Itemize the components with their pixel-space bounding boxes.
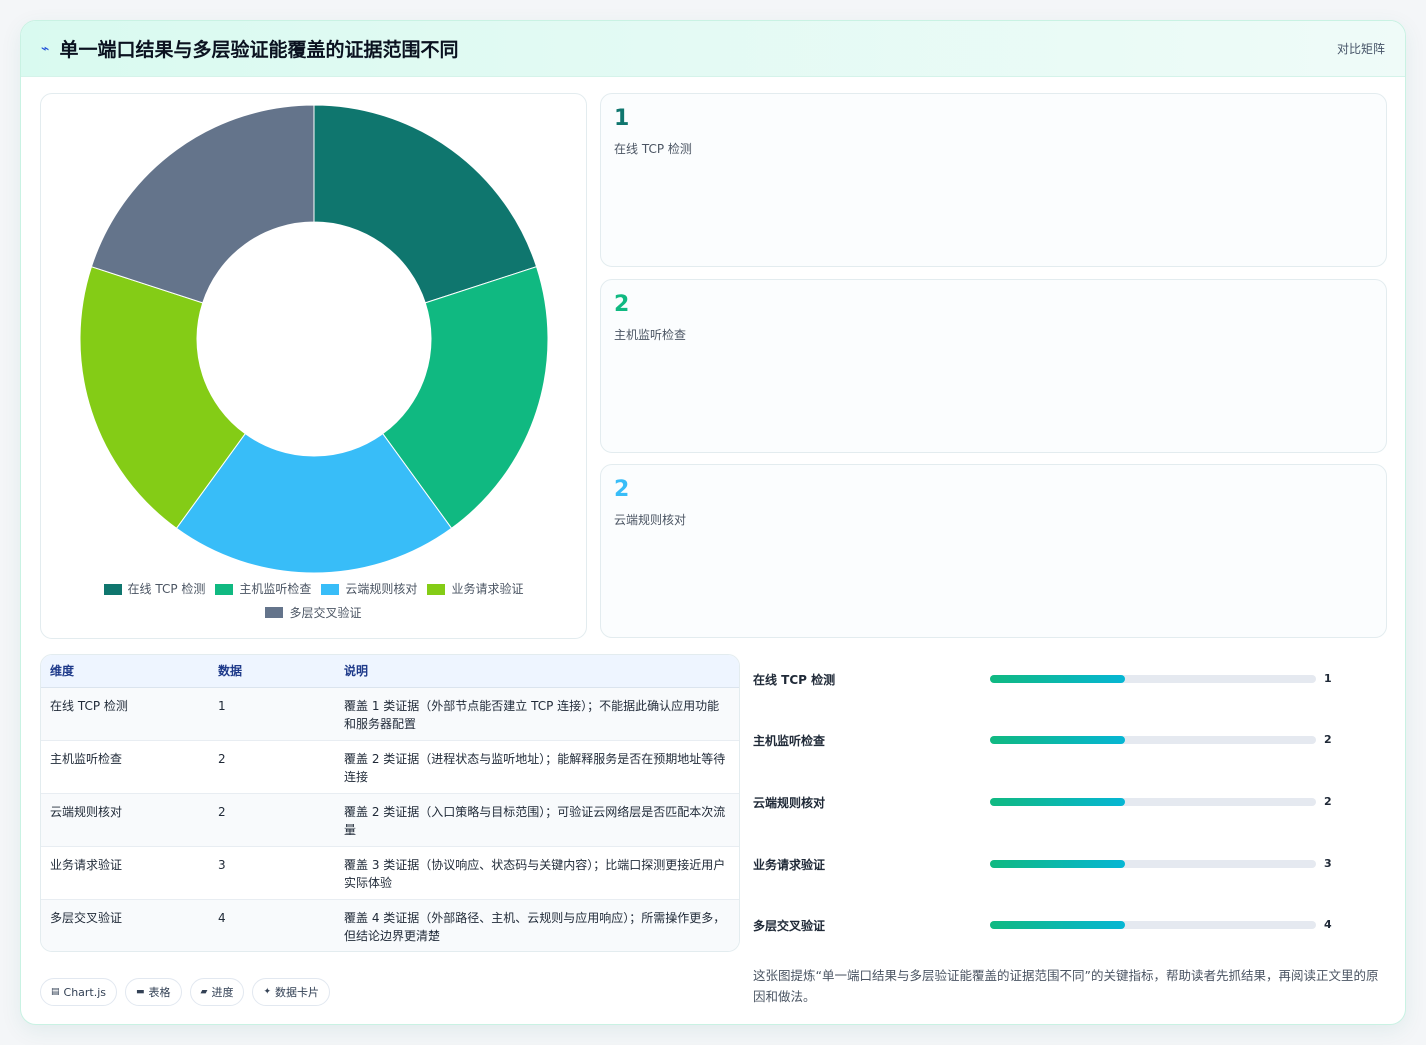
legend-swatch xyxy=(265,607,284,618)
progress-value: 4 xyxy=(1324,918,1332,931)
table-row: 云端规则核对 2 覆盖 2 类证据（入口策略与目标范围）；可验证云网络层是否匹配… xyxy=(41,793,739,847)
chart-caption: 这张图提炼“单一端口结果与多层验证能覆盖的证据范围不同”的关键指标，帮助读者先抓… xyxy=(753,968,1379,1004)
progress-track xyxy=(990,736,1316,744)
table-cell-value: 1 xyxy=(209,687,335,741)
table-cell-description: 覆盖 2 类证据（进程状态与监听地址）；能解释服务是否在预期地址等待连接 xyxy=(335,740,739,794)
chip-data-card[interactable]: ✦ 数据卡片 xyxy=(252,978,331,1006)
table-cell-value: 2 xyxy=(209,793,335,847)
progress-fill xyxy=(990,736,1126,744)
legend-item[interactable]: 多层交叉验证 xyxy=(265,602,362,624)
legend-swatch xyxy=(321,583,340,595)
table-row: 业务请求验证 3 覆盖 3 类证据（协议响应、状态码与关键内容）；比端口探测更接… xyxy=(41,846,739,900)
stat-card: 1 在线 TCP 检测 xyxy=(600,93,1387,267)
legend-swatch xyxy=(427,583,446,595)
progress-icon: ▰ xyxy=(200,987,208,997)
report-card: ⌁ 单一端口结果与多层验证能覆盖的证据范围不同 对比矩阵 在线 TCP 检测 主机… xyxy=(20,20,1406,1025)
legend-label: 主机监听检查 xyxy=(239,582,312,596)
chip-progress[interactable]: ▰ 进度 xyxy=(189,978,245,1006)
column-header: 维度 xyxy=(41,655,209,688)
legend-label: 在线 TCP 检测 xyxy=(127,582,206,596)
table-cell-dimension: 多层交叉验证 xyxy=(41,899,209,951)
progress-fill xyxy=(990,675,1126,683)
chip-label: Chart.js xyxy=(63,985,107,999)
donut-chart xyxy=(79,104,549,574)
data-table: 维度 数据 说明 在线 TCP 检测 1 覆盖 1 类证据（外部节点能否建立 T… xyxy=(41,655,739,951)
progress-track xyxy=(990,675,1316,683)
table-cell-description: 覆盖 3 类证据（协议响应、状态码与关键内容）；比端口探测更接近用户实际体验 xyxy=(335,846,739,900)
progress-track xyxy=(990,921,1316,929)
legend-item[interactable]: 在线 TCP 检测 xyxy=(103,578,206,600)
legend-label: 云端规则核对 xyxy=(345,582,418,596)
progress-fill xyxy=(990,798,1126,806)
legend-swatch xyxy=(103,583,122,595)
chip-table[interactable]: ▬ 表格 xyxy=(125,978,182,1006)
donut-slice[interactable] xyxy=(90,104,315,304)
progress-label: 在线 TCP 检测 xyxy=(753,673,836,687)
legend-item[interactable]: 主机监听检查 xyxy=(215,578,311,600)
page-title: 单一端口结果与多层验证能覆盖的证据范围不同 xyxy=(59,39,459,61)
table-cell-dimension: 主机监听检查 xyxy=(41,740,209,794)
chip-label: 表格 xyxy=(148,986,171,999)
progress-label: 多层交叉验证 xyxy=(753,919,826,933)
stat-label: 主机监听检查 xyxy=(614,328,687,342)
progress-label: 主机监听检查 xyxy=(753,734,826,748)
table-cell-value: 3 xyxy=(209,846,335,900)
table-header-row: 维度 数据 说明 xyxy=(41,655,739,688)
chart-icon: ▤ xyxy=(51,987,60,997)
progress-label: 业务请求验证 xyxy=(753,858,826,872)
column-header: 说明 xyxy=(335,655,739,688)
table-cell-dimension: 在线 TCP 检测 xyxy=(41,687,209,741)
chip-label: 进度 xyxy=(211,986,234,999)
progress-value: 2 xyxy=(1324,733,1332,746)
stat-label: 在线 TCP 检测 xyxy=(614,142,692,156)
tag-chips: ▤ Chart.js ▬ 表格 ▰ 进度 ✦ 数据卡片 xyxy=(40,978,331,1006)
progress-fill xyxy=(990,921,1126,929)
sparkle-icon: ✦ xyxy=(263,987,272,997)
chip-label: 数据卡片 xyxy=(275,986,320,999)
progress-row: 主机监听检查 2 xyxy=(753,730,1393,750)
progress-value: 2 xyxy=(1324,795,1332,808)
progress-label: 云端规则核对 xyxy=(753,796,826,810)
table-row: 在线 TCP 检测 1 覆盖 1 类证据（外部节点能否建立 TCP 连接）；不能… xyxy=(41,687,739,741)
header-tag: 对比矩阵 xyxy=(1336,42,1385,56)
progress-row: 多层交叉验证 4 xyxy=(753,915,1393,935)
table-row: 多层交叉验证 4 覆盖 4 类证据（外部路径、主机、云规则与应用响应）；所需操作… xyxy=(41,899,739,951)
table-icon: ▬ xyxy=(136,987,145,997)
data-table-panel: 维度 数据 说明 在线 TCP 检测 1 覆盖 1 类证据（外部节点能否建立 T… xyxy=(40,654,740,952)
table-row: 主机监听检查 2 覆盖 2 类证据（进程状态与监听地址）；能解释服务是否在预期地… xyxy=(41,740,739,794)
table-cell-description: 覆盖 4 类证据（外部路径、主机、云规则与应用响应）；所需操作更多，但结论边界更… xyxy=(335,899,739,951)
legend-swatch xyxy=(215,583,234,595)
donut-chart-panel: 在线 TCP 检测 主机监听检查 云端规则核对 业务请求验证多层交叉验证 xyxy=(40,93,587,639)
legend-item[interactable]: 云端规则核对 xyxy=(321,578,417,600)
table-cell-dimension: 云端规则核对 xyxy=(41,793,209,847)
legend-label: 业务请求验证 xyxy=(451,582,524,596)
table-cell-value: 4 xyxy=(209,899,335,951)
progress-row: 云端规则核对 2 xyxy=(753,792,1393,812)
progress-value: 3 xyxy=(1324,857,1332,870)
chart-legend: 在线 TCP 检测 主机监听检查 云端规则核对 业务请求验证多层交叉验证 xyxy=(41,578,586,625)
progress-row: 业务请求验证 3 xyxy=(753,854,1393,874)
progress-row: 在线 TCP 检测 1 xyxy=(753,669,1393,689)
stat-label: 云端规则核对 xyxy=(614,513,687,527)
table-cell-description: 覆盖 1 类证据（外部节点能否建立 TCP 连接）；不能据此确认应用功能和服务器… xyxy=(335,687,739,741)
stat-card: 2 云端规则核对 xyxy=(600,464,1387,638)
table-cell-value: 2 xyxy=(209,740,335,794)
legend-item[interactable]: 业务请求验证 xyxy=(427,578,523,600)
progress-fill xyxy=(990,860,1126,868)
stat-value: 2 xyxy=(614,292,630,317)
card-header: ⌁ 单一端口结果与多层验证能覆盖的证据范围不同 对比矩阵 xyxy=(21,21,1405,77)
donut-slice[interactable] xyxy=(313,104,538,304)
progress-track xyxy=(990,860,1316,868)
progress-track xyxy=(990,798,1316,806)
column-header: 数据 xyxy=(209,655,335,688)
table-cell-description: 覆盖 2 类证据（入口策略与目标范围）；可验证云网络层是否匹配本次流量 xyxy=(335,793,739,847)
stat-value: 1 xyxy=(614,106,630,131)
stat-value: 2 xyxy=(614,477,630,502)
chip-chartjs[interactable]: ▤ Chart.js xyxy=(40,978,118,1006)
stat-card: 2 主机监听检查 xyxy=(600,279,1387,453)
lightning-icon: ⌁ xyxy=(41,40,50,57)
table-cell-dimension: 业务请求验证 xyxy=(41,846,209,900)
progress-value: 1 xyxy=(1324,672,1332,685)
legend-label: 多层交叉验证 xyxy=(289,605,362,620)
